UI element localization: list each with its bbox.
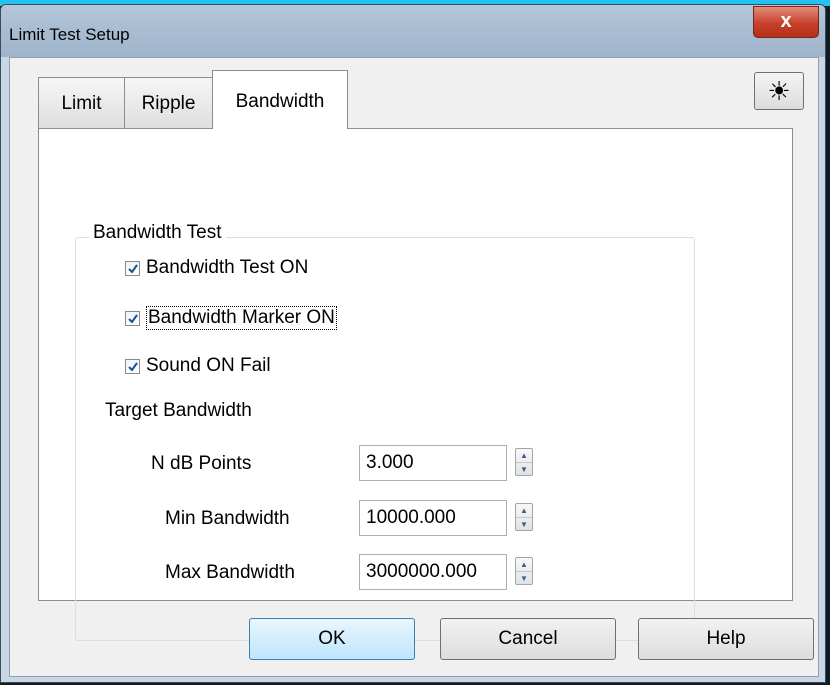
tab-panel-bandwidth: Bandwidth Test Bandwidth Test ON Bandwid… <box>38 128 793 641</box>
checkbox-sound-on-fail-box[interactable] <box>125 358 140 374</box>
dialog-client: Limit Ripple Bandwidth ☀ Bandwidth Test … <box>9 57 819 677</box>
group-title: Bandwidth Test <box>89 222 226 244</box>
spin-down-icon[interactable]: ▼ <box>516 571 532 585</box>
title-bar[interactable]: Limit Test Setup x <box>1 5 825 57</box>
window-title: Limit Test Setup <box>9 25 130 44</box>
ok-button[interactable]: OK <box>249 618 415 660</box>
checkbox-sound-on-fail-label: Sound ON Fail <box>146 355 271 376</box>
n-db-points-spinner[interactable]: ▲ ▼ <box>515 448 533 476</box>
target-bandwidth-label: Target Bandwidth <box>105 400 252 421</box>
spin-up-icon[interactable]: ▲ <box>516 558 532 571</box>
tab-ripple-label: Ripple <box>141 93 196 114</box>
min-bandwidth-label: Min Bandwidth <box>165 508 290 529</box>
checkbox-sound-on-fail[interactable]: Sound ON Fail <box>125 355 271 377</box>
checkbox-bandwidth-marker-on-box[interactable] <box>125 310 140 326</box>
checkbox-bandwidth-marker-on[interactable]: Bandwidth Marker ON <box>125 306 337 330</box>
tab-bandwidth[interactable]: Bandwidth <box>212 70 348 131</box>
n-db-points-label: N dB Points <box>151 453 252 474</box>
checkbox-bandwidth-test-on[interactable]: Bandwidth Test ON <box>125 257 308 279</box>
tab-ripple[interactable]: Ripple <box>124 77 213 129</box>
sun-icon: ☀ <box>767 75 791 106</box>
checkbox-bandwidth-marker-on-label: Bandwidth Marker ON <box>146 306 337 330</box>
spin-down-icon[interactable]: ▼ <box>516 462 532 476</box>
close-button[interactable]: x <box>753 6 819 38</box>
max-bandwidth-input[interactable]: 3000000.000 <box>359 554 507 590</box>
check-icon <box>128 361 138 372</box>
tab-limit[interactable]: Limit <box>38 77 125 129</box>
max-bandwidth-label: Max Bandwidth <box>165 562 295 583</box>
max-bandwidth-spinner[interactable]: ▲ ▼ <box>515 557 533 585</box>
spin-up-icon[interactable]: ▲ <box>516 449 532 462</box>
n-db-points-input[interactable]: 3.000 <box>359 445 507 481</box>
min-bandwidth-input[interactable]: 10000.000 <box>359 500 507 536</box>
checkbox-bandwidth-test-on-label: Bandwidth Test ON <box>146 257 309 278</box>
spin-down-icon[interactable]: ▼ <box>516 517 532 531</box>
tab-bandwidth-label: Bandwidth <box>235 91 325 112</box>
spin-up-icon[interactable]: ▲ <box>516 504 532 517</box>
help-button[interactable]: Help <box>638 618 814 660</box>
min-bandwidth-spinner[interactable]: ▲ ▼ <box>515 503 533 531</box>
check-icon <box>128 313 138 324</box>
dialog-window: Limit Test Setup x Limit Ripple Bandwidt… <box>0 4 826 683</box>
close-icon: x <box>780 10 792 32</box>
brightness-button[interactable]: ☀ <box>754 72 804 110</box>
check-icon <box>128 263 138 274</box>
checkbox-bandwidth-test-on-box[interactable] <box>125 260 140 276</box>
cancel-button[interactable]: Cancel <box>440 618 616 660</box>
tab-limit-label: Limit <box>61 93 102 114</box>
